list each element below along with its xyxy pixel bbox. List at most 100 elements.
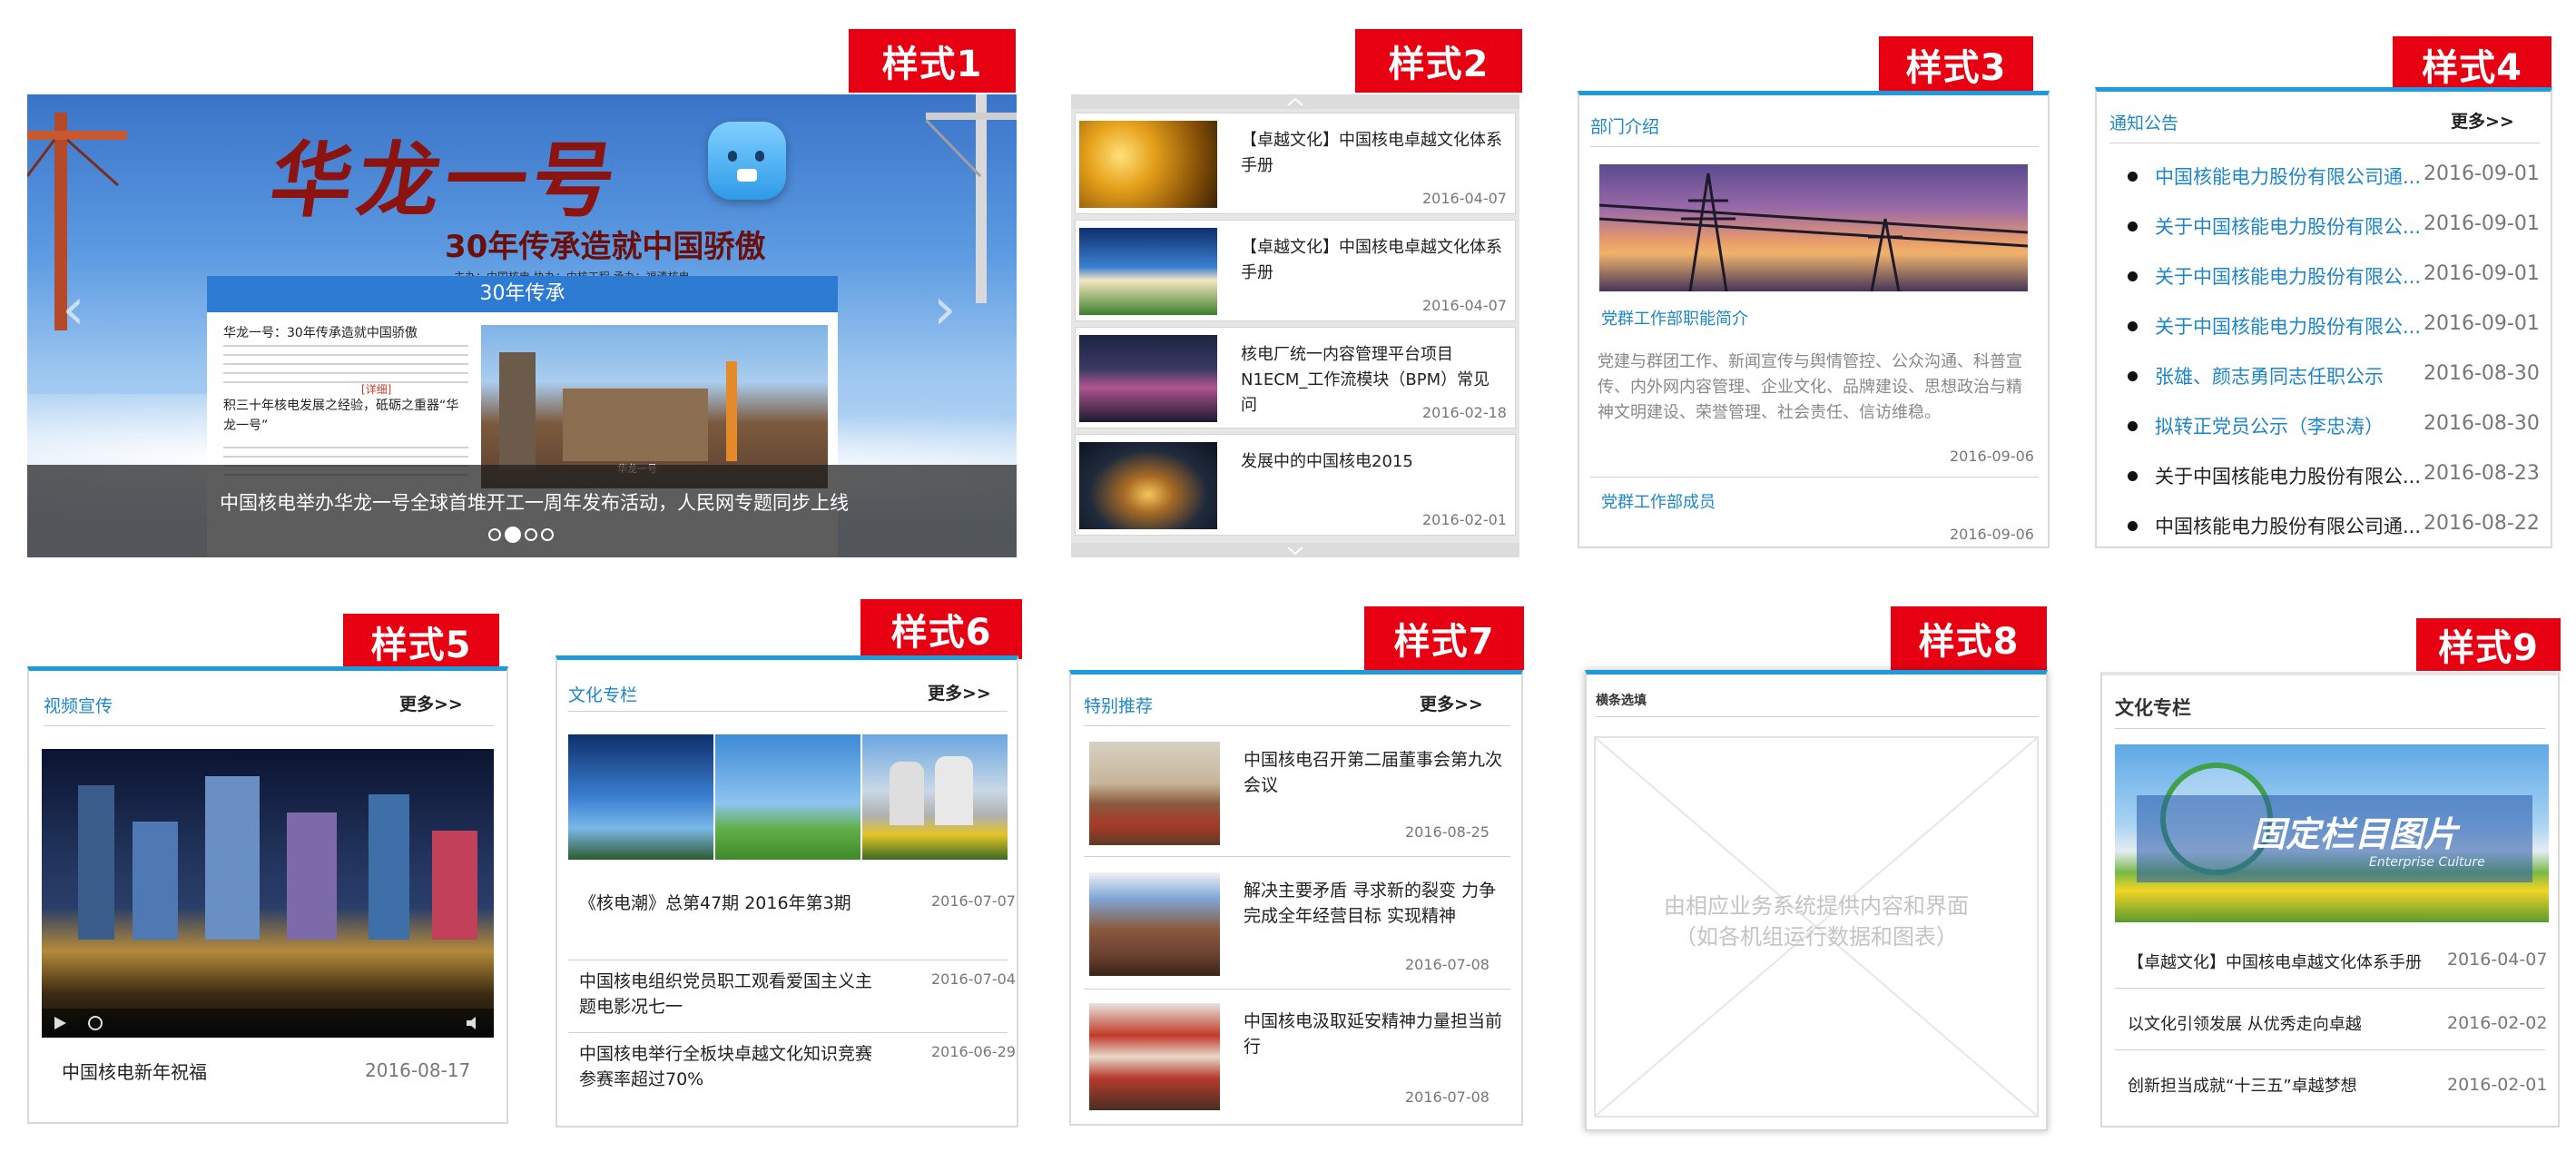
notice-item-title[interactable]: 关于中国核能电力股份有限公... xyxy=(2155,462,2421,489)
list-item[interactable]: 【卓越文化】中国核电卓越文化体系手册 2016-04-07 xyxy=(1075,220,1516,321)
notice-item-title[interactable]: 关于中国核能电力股份有限公... xyxy=(2155,212,2421,240)
rec-item-date: 2016-07-08 xyxy=(1405,956,1490,973)
rewind-icon[interactable] xyxy=(87,1015,103,1031)
divider xyxy=(44,725,494,726)
notice-item-title[interactable]: 关于中国核能电力股份有限公... xyxy=(2155,312,2421,340)
style-tag-7: 样式7 xyxy=(1364,606,1524,670)
carousel-prev-arrow[interactable]: ‹ xyxy=(62,276,85,343)
notice-item-title[interactable]: 拟转正党员公示（李忠涛） xyxy=(2155,412,2384,439)
column-item-title[interactable]: 以文化引领发展 从优秀走向卓越 xyxy=(2128,1011,2362,1035)
feature-card-title: 30年传承 xyxy=(207,276,838,312)
style6-panel: 文化专栏 更多>> 《核电潮》总第47期 2016年第3期 2016-07-07… xyxy=(556,655,1018,1128)
scroll-down-button[interactable] xyxy=(1071,543,1519,557)
carousel-next-arrow[interactable]: › xyxy=(933,276,957,343)
dept-image xyxy=(1599,164,2028,291)
dept-intro-link[interactable]: 党群工作部职能简介 xyxy=(1601,306,1748,330)
style9-panel: 文化专栏 固定栏目图片 Enterprise Culture 【卓越文化】中国核… xyxy=(2100,672,2560,1128)
play-icon[interactable] xyxy=(53,1016,67,1030)
carousel-dot-4[interactable] xyxy=(541,528,554,541)
style-tag-8: 样式8 xyxy=(1891,606,2047,670)
video-caption[interactable]: 中国核电新年祝福 xyxy=(62,1059,207,1085)
dept-members-date: 2016-09-06 xyxy=(1950,526,2034,543)
divider xyxy=(1590,146,2039,147)
culture-item-title[interactable]: 中国核电举行全板块卓越文化知识竞赛 参赛率超过70% xyxy=(579,1041,888,1092)
bullet-icon xyxy=(2128,421,2138,431)
column-item-date: 2016-04-07 xyxy=(2447,950,2548,970)
carousel-caption[interactable]: 中国核电举办华龙一号全球首堆开工一周年发布活动，人民网专题同步上线 xyxy=(220,488,849,516)
dept-intro-date: 2016-09-06 xyxy=(1950,448,2034,465)
item-title: 【卓越文化】中国核电卓越文化体系手册 xyxy=(1241,238,1502,282)
culture-image-1 xyxy=(568,734,713,860)
chevron-up-icon xyxy=(1287,97,1303,106)
bullet-icon xyxy=(2128,471,2138,481)
item-title: 【卓越文化】中国核电卓越文化体系手册 xyxy=(1241,131,1502,175)
divider xyxy=(1084,725,1510,726)
column-item-title[interactable]: 【卓越文化】中国核电卓越文化体系手册 xyxy=(2128,950,2422,973)
content-placeholder: 由相应业务系统提供内容和界面 （如各机组运行数据和图表） xyxy=(1594,736,2039,1118)
culture-image-2 xyxy=(715,734,860,860)
video-player[interactable] xyxy=(42,749,494,1038)
carousel-dot-3[interactable] xyxy=(525,528,537,541)
notice-item-date: 2016-08-23 xyxy=(2424,462,2540,485)
style-tag-9: 样式9 xyxy=(2416,618,2561,671)
style7-panel: 特别推荐 更多>> 中国核电召开第二届董事会第九次会议 2016-08-25 解… xyxy=(1069,670,1523,1126)
scroll-up-button[interactable] xyxy=(1071,94,1519,109)
more-link[interactable]: 更多>> xyxy=(399,691,463,715)
rec-item-title[interactable]: 解决主要矛盾 寻求新的裂变 力争完成全年经营目标 实现精神 xyxy=(1244,878,1507,929)
more-link[interactable]: 更多>> xyxy=(1420,691,1483,715)
more-link[interactable]: 更多>> xyxy=(2451,108,2514,133)
style-tag-6: 样式6 xyxy=(860,599,1022,659)
item-date: 2016-04-07 xyxy=(1422,297,1507,314)
notice-item-title[interactable]: 张雄、颜志勇同志任职公示 xyxy=(2155,362,2384,389)
rec-item-title[interactable]: 中国核电汲取延安精神力量担当前行 xyxy=(1244,1009,1507,1059)
list-item[interactable]: 【卓越文化】中国核电卓越文化体系手册 2016-04-07 xyxy=(1075,113,1516,214)
item-thumbnail xyxy=(1079,121,1217,208)
style-tag-1: 样式1 xyxy=(849,29,1016,93)
feature-detail-link[interactable]: [详细] xyxy=(361,381,391,397)
style8-panel: 横条选填 由相应业务系统提供内容和界面 （如各机组运行数据和图表） xyxy=(1585,670,2048,1131)
carousel-dot-2-active[interactable] xyxy=(505,527,521,543)
panel-title: 横条选填 xyxy=(1596,694,1647,708)
bullet-icon xyxy=(2128,222,2138,231)
panel-title: 文化专栏 xyxy=(568,685,638,705)
list-item[interactable]: 发展中的中国核电2015 2016-02-01 xyxy=(1075,434,1516,536)
column-item-date: 2016-02-01 xyxy=(2447,1075,2548,1095)
culture-item-title[interactable]: 《核电潮》总第47期 2016年第3期 xyxy=(579,891,906,916)
notice-item-date: 2016-09-01 xyxy=(2424,262,2540,285)
volume-icon[interactable] xyxy=(465,1015,483,1031)
notice-item-title[interactable]: 关于中国核能电力股份有限公... xyxy=(2155,262,2421,290)
divider xyxy=(568,1032,1008,1033)
item-thumbnail xyxy=(1079,335,1217,422)
feature-photo: 华龙一号 xyxy=(481,325,828,488)
banner-subtext: Enterprise Culture xyxy=(2369,855,2485,870)
feature-body-text xyxy=(223,345,468,390)
divider xyxy=(2115,988,2545,989)
notice-item-title[interactable]: 中国核能电力股份有限公司通... xyxy=(2155,162,2421,190)
chevron-down-icon xyxy=(1287,547,1303,556)
style-tag-5: 样式5 xyxy=(343,614,499,670)
banner-title: 华龙一号 xyxy=(264,133,627,229)
item-thumbnail xyxy=(1079,228,1217,315)
rec-item-title[interactable]: 中国核电召开第二届董事会第九次会议 xyxy=(1244,747,1507,798)
style4-panel: 通知公告 更多>> 中国核能电力股份有限公司通... 2016-09-01 关于中国… xyxy=(2095,87,2552,548)
culture-item-title[interactable]: 中国核电组织党员职工观看爱国主义主题电影况七一 xyxy=(579,969,879,1019)
bullet-icon xyxy=(2128,321,2138,331)
more-link[interactable]: 更多>> xyxy=(928,680,991,704)
carousel[interactable]: 华龙一号 30年传承造就中国骄傲 主办：中国核电 协办：中核工程 承办：福清核电… xyxy=(27,94,1017,557)
carousel-dot-1[interactable] xyxy=(488,528,501,541)
list-item[interactable]: 核电厂统一内容管理平台项目N1ECM_工作流模块（BPM）常见问 2016-02… xyxy=(1075,327,1516,428)
rec-item-thumbnail xyxy=(1089,742,1220,845)
video-date: 2016-08-17 xyxy=(365,1059,471,1081)
notice-item-title[interactable]: 中国核能电力股份有限公司通... xyxy=(2155,512,2421,539)
panel-title: 特别推荐 xyxy=(1084,696,1154,716)
dept-members-link[interactable]: 党群工作部成员 xyxy=(1601,489,1716,513)
mascot-icon xyxy=(708,122,786,200)
notice-item-date: 2016-08-22 xyxy=(2424,512,2540,535)
notice-item-date: 2016-09-01 xyxy=(2424,212,2540,235)
column-item-title[interactable]: 创新担当成就“十三五”卓越梦想 xyxy=(2128,1073,2357,1097)
divider xyxy=(1590,477,2039,478)
panel-title: 视频宣传 xyxy=(44,696,113,716)
notice-item-date: 2016-08-30 xyxy=(2424,362,2540,385)
rec-item-thumbnail xyxy=(1089,872,1220,976)
placeholder-text: 由相应业务系统提供内容和界面 （如各机组运行数据和图表） xyxy=(1664,893,1969,950)
